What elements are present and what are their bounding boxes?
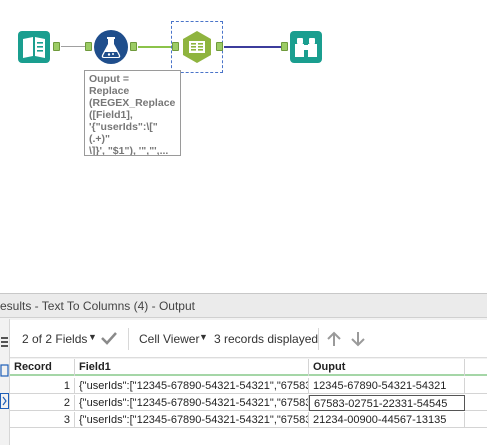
- column-header-field1[interactable]: Field1: [75, 359, 309, 376]
- input-output-anchor[interactable]: [53, 42, 60, 51]
- field1-cell[interactable]: {"userIds":["12345-67890-54321-54321","6…: [75, 395, 309, 411]
- column-header-record[interactable]: Record: [10, 359, 75, 376]
- results-panel: esults - Text To Columns (4) - Output 2 …: [0, 293, 487, 445]
- metadata-icon[interactable]: [0, 335, 9, 351]
- input-data-tool[interactable]: [18, 31, 50, 63]
- ouput-cell[interactable]: 12345-67890-54321-54321: [309, 378, 465, 394]
- record-cell[interactable]: 2: [10, 395, 75, 411]
- flask-icon: [101, 37, 121, 58]
- table-row[interactable]: 3 {"userIds":["12345-67890-54321-54321",…: [10, 412, 487, 428]
- connector-input-formula: [61, 46, 85, 47]
- toolbar-separator: [128, 328, 129, 350]
- formula-input-anchor[interactable]: [85, 42, 92, 51]
- collapse-arrow-icon[interactable]: [0, 393, 9, 409]
- grid-header: Record Field1 Ouput: [10, 359, 487, 376]
- field1-cell[interactable]: {"userIds":["12345-67890-54321-54321","6…: [75, 378, 309, 394]
- browse-input-anchor[interactable]: [281, 42, 288, 51]
- formula-tool[interactable]: [94, 30, 128, 64]
- column-header-ouput[interactable]: Ouput: [309, 359, 465, 376]
- arrow-up-icon[interactable]: [326, 330, 342, 353]
- field1-cell[interactable]: {"userIds":["12345-67890-54321-54321","6…: [75, 412, 309, 428]
- results-grid: Record Field1 Ouput 1 {"userIds":["12345…: [10, 359, 487, 445]
- fields-selector[interactable]: 2 of 2 Fields: [22, 332, 87, 346]
- record-cell[interactable]: 1: [10, 378, 75, 394]
- table-row[interactable]: 1 {"userIds":["12345-67890-54321-54321",…: [10, 378, 487, 394]
- browse-tool[interactable]: [290, 31, 322, 63]
- arrow-down-icon[interactable]: [350, 330, 366, 353]
- checkmark-icon[interactable]: [100, 330, 118, 351]
- ouput-cell[interactable]: 21234-00900-44567-13135: [309, 412, 465, 428]
- cell-viewer-button[interactable]: Cell Viewer: [139, 332, 199, 346]
- record-cell[interactable]: 3: [10, 412, 75, 428]
- binoculars-icon: [295, 38, 317, 57]
- records-count: 3 records displayed: [214, 332, 319, 346]
- results-toolbar: 2 of 2 Fields ▼ Cell Viewer ▼ 3 records …: [10, 320, 487, 358]
- textcolumns-output-anchor[interactable]: [216, 42, 223, 51]
- text-to-columns-icon: [183, 31, 211, 63]
- book-icon: [23, 37, 45, 58]
- table-row[interactable]: 2 {"userIds":["12345-67890-54321-54321",…: [10, 395, 487, 411]
- connector-textcolumns-browse: [224, 46, 281, 48]
- results-side-strip: [0, 319, 10, 445]
- toolbar-separator: [318, 328, 319, 350]
- textcolumns-input-anchor[interactable]: [172, 42, 179, 51]
- text-to-columns-tool[interactable]: [180, 30, 214, 64]
- fields-dropdown-icon[interactable]: ▼: [88, 332, 97, 342]
- formula-output-anchor[interactable]: [130, 42, 137, 51]
- formula-annotation: Ouput = Replace (REGEX_Replace ([Field1]…: [84, 70, 181, 156]
- data-view-icon[interactable]: [0, 363, 9, 379]
- results-title: esults - Text To Columns (4) - Output: [0, 294, 487, 318]
- workflow-canvas[interactable]: Ouput = Replace (REGEX_Replace ([Field1]…: [0, 0, 487, 293]
- cell-viewer-dropdown-icon[interactable]: ▼: [199, 332, 208, 342]
- ouput-cell[interactable]: 67583-02751-22331-54545: [309, 395, 465, 411]
